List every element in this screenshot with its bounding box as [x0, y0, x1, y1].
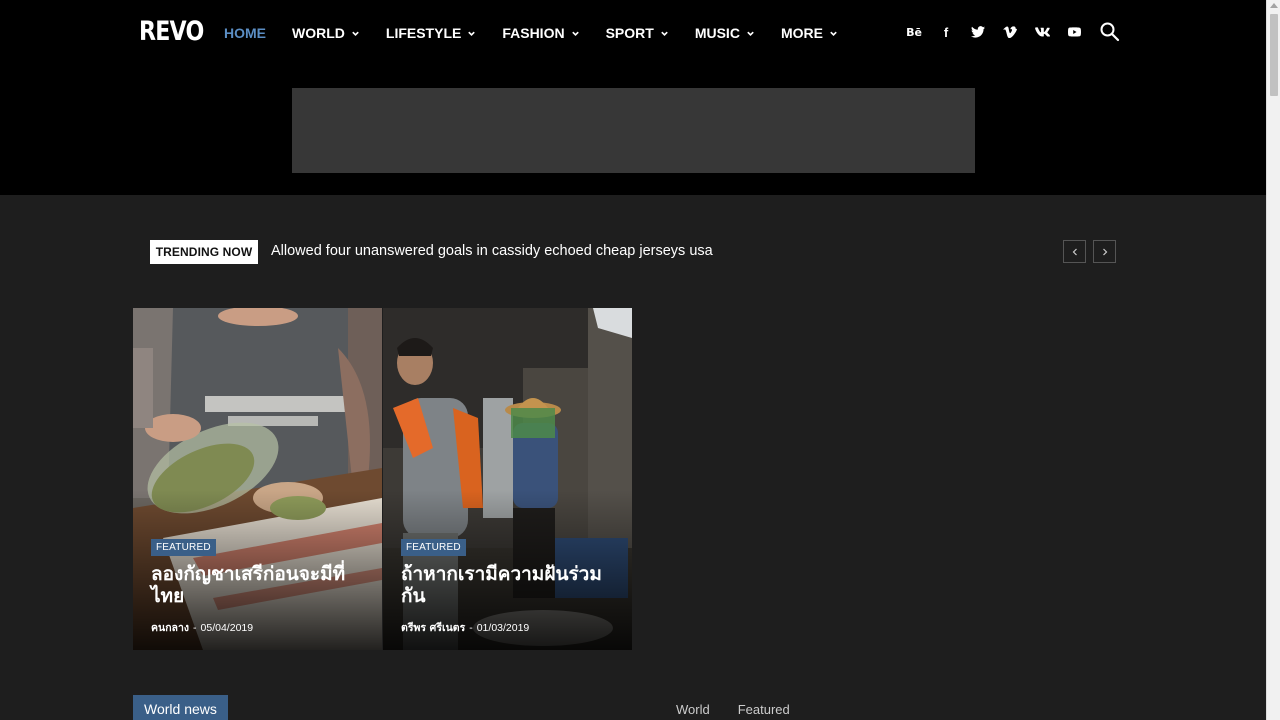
meta-separator: -	[469, 622, 473, 634]
nav-item-label: MUSIC	[694, 25, 740, 41]
behance-icon[interactable]: Bē	[898, 22, 930, 42]
chevron-down-icon	[747, 31, 754, 36]
post-meta: คนกลาง -05/04/2019	[151, 619, 253, 636]
chevron-down-icon	[571, 31, 579, 36]
category-badge[interactable]: FEATURED	[151, 539, 216, 556]
site-header: REVO HOME WORLD LIFESTYLE FASHION SPORT MUSIC…	[0, 0, 1266, 195]
nav-item-home[interactable]: HOME	[224, 25, 266, 41]
nav-item-music[interactable]: MUSIC	[695, 25, 755, 41]
post-author[interactable]: คนกลาง	[151, 622, 189, 634]
tab-featured[interactable]: Featured	[738, 702, 790, 717]
post-author[interactable]: ตรีพร ศรีเนตร	[401, 622, 465, 634]
ad-banner-placeholder[interactable]	[292, 88, 975, 173]
nav-item-label: MORE	[780, 25, 823, 41]
post-meta: ตรีพร ศรีเนตร -01/03/2019	[401, 619, 529, 636]
post-date: 05/04/2019	[200, 622, 254, 634]
trending-now-label: TRENDING NOW	[150, 240, 258, 264]
nav-item-label: WORLD	[292, 25, 345, 41]
nav-item-lifestyle[interactable]: LIFESTYLE	[386, 25, 476, 41]
chevron-down-icon	[661, 31, 668, 36]
section-filter-tabs: World Featured	[676, 702, 818, 717]
post-date: 01/03/2019	[476, 622, 530, 634]
chevron-left-icon	[1072, 248, 1077, 255]
nav-item-label: HOME	[224, 25, 266, 41]
nav-item-fashion[interactable]: FASHION	[502, 25, 579, 41]
page-scrollbar[interactable]	[1266, 0, 1280, 720]
trending-prev-button[interactable]	[1063, 240, 1086, 263]
facebook-icon[interactable]: f	[930, 22, 962, 42]
main-nav: HOME WORLD LIFESTYLE FASHION SPORT MUSIC MORE	[224, 24, 864, 42]
featured-card[interactable]: FEATURED ถ้าหากเรามีความฝันร่วมกัน ตรีพร…	[383, 308, 632, 650]
meta-separator: -	[193, 622, 197, 634]
featured-title[interactable]: ถ้าหากเรามีความฝันร่วมกัน	[401, 563, 621, 607]
category-badge[interactable]: FEATURED	[401, 539, 466, 556]
chevron-down-icon	[830, 31, 837, 36]
nav-item-more[interactable]: MORE	[781, 25, 838, 41]
vk-icon[interactable]	[1026, 22, 1058, 42]
featured-card[interactable]: FEATURED ลองกัญชาเสรีก่อนจะมีที่ไทย คนกล…	[133, 308, 382, 650]
youtube-icon[interactable]	[1058, 22, 1090, 42]
nav-item-label: FASHION	[502, 25, 565, 41]
twitter-icon[interactable]	[962, 22, 994, 42]
nav-item-sport[interactable]: SPORT	[606, 25, 669, 41]
scroll-up-arrow-icon[interactable]	[1270, 3, 1278, 8]
nav-item-label: SPORT	[605, 25, 654, 41]
search-icon[interactable]	[1100, 22, 1120, 42]
nav-item-label: LIFESTYLE	[385, 25, 462, 41]
chevron-down-icon	[468, 31, 476, 36]
featured-title[interactable]: ลองกัญชาเสรีก่อนจะมีที่ไทย	[151, 563, 371, 607]
scrollbar-thumb[interactable]	[1270, 14, 1278, 96]
nav-item-world[interactable]: WORLD	[292, 25, 360, 41]
trending-next-button[interactable]	[1093, 240, 1116, 263]
chevron-right-icon	[1102, 248, 1107, 255]
chevron-down-icon	[352, 31, 359, 36]
section-title: World news	[133, 695, 228, 720]
social-links: Bē f	[898, 22, 1090, 42]
tab-world[interactable]: World	[676, 702, 710, 717]
trending-headline-link[interactable]: Allowed four unanswered goals in cassidy…	[271, 243, 713, 259]
site-logo[interactable]: REVO	[139, 16, 204, 47]
vimeo-icon[interactable]	[994, 22, 1026, 42]
